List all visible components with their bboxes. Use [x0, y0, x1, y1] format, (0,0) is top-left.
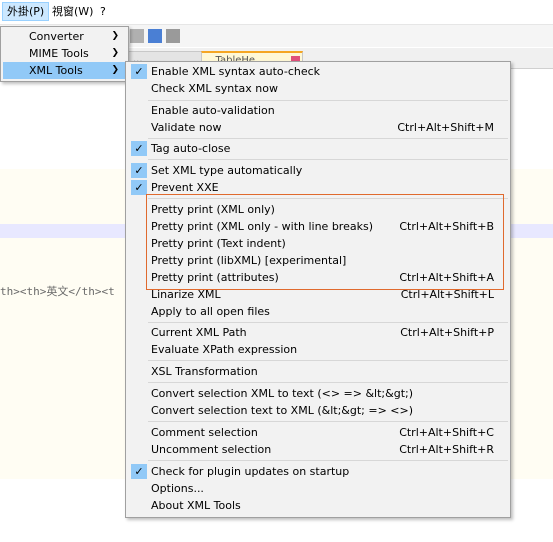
- toolbar-play-icon[interactable]: [148, 29, 162, 43]
- menu-item-label: MIME Tools: [29, 47, 89, 60]
- menu-separator: [148, 421, 508, 422]
- menu-item-label: Pretty print (libXML) [experimental]: [151, 254, 347, 267]
- menu-separator: [148, 198, 508, 199]
- menu-item-label: About XML Tools: [151, 499, 241, 512]
- menu-item-pretty-print-attributes[interactable]: Pretty print (attributes) Ctrl+Alt+Shift…: [126, 269, 510, 286]
- menu-item-enable-xml-syntax-auto-check[interactable]: ✓ Enable XML syntax auto-check: [126, 63, 510, 80]
- menu-item-about-xml-tools[interactable]: About XML Tools: [126, 497, 510, 514]
- menu-item-label: Validate now: [151, 121, 222, 134]
- check-icon: ✓: [131, 180, 147, 195]
- menu-item-shortcut: Ctrl+Alt+Shift+B: [399, 220, 494, 233]
- check-icon: ✓: [131, 141, 147, 156]
- menu-window[interactable]: 視窗(W): [48, 3, 97, 20]
- chevron-right-icon: ❯: [111, 48, 119, 58]
- chevron-right-icon: ❯: [111, 65, 119, 75]
- menu-item-check-xml-syntax-now[interactable]: Check XML syntax now: [126, 80, 510, 97]
- menu-item-prevent-xxe[interactable]: ✓ Prevent XXE: [126, 179, 510, 196]
- menu-item-apply-to-all-open-files[interactable]: Apply to all open files: [126, 303, 510, 320]
- menu-separator: [148, 460, 508, 461]
- code-line: th><th>英文</th><t: [0, 285, 115, 298]
- menu-item-convert-xml-to-text[interactable]: Convert selection XML to text (<> => &lt…: [126, 385, 510, 402]
- menu-item-linarize-xml[interactable]: Linarize XML Ctrl+Alt+Shift+L: [126, 286, 510, 303]
- menu-item-label: Linarize XML: [151, 288, 221, 301]
- menu-item-xsl-transformation[interactable]: XSL Transformation: [126, 363, 510, 380]
- menu-item-label: Options...: [151, 482, 204, 495]
- menu-item-label: Current XML Path: [151, 326, 247, 339]
- menu-item-label: Check XML syntax now: [151, 82, 278, 95]
- menu-item-comment-selection[interactable]: Comment selection Ctrl+Alt+Shift+C: [126, 424, 510, 441]
- menu-item-xml-tools[interactable]: XML Tools ❯: [3, 62, 125, 79]
- check-icon: ✓: [131, 464, 147, 479]
- menu-plugins[interactable]: 外掛(P): [2, 2, 50, 21]
- toolbar-save-macro-icon[interactable]: [166, 29, 180, 43]
- menu-item-set-xml-type-automatically[interactable]: ✓ Set XML type automatically: [126, 162, 510, 179]
- menu-item-label: Convert selection text to XML (&lt;&gt; …: [151, 404, 414, 417]
- menu-item-shortcut: Ctrl+Alt+Shift+C: [399, 426, 494, 439]
- menu-item-shortcut: Ctrl+Alt+Shift+L: [400, 288, 494, 301]
- menu-item-pretty-print-libxml[interactable]: Pretty print (libXML) [experimental]: [126, 252, 510, 269]
- menu-item-uncomment-selection[interactable]: Uncomment selection Ctrl+Alt+Shift+R: [126, 441, 510, 458]
- menu-item-evaluate-xpath[interactable]: Evaluate XPath expression: [126, 341, 510, 358]
- menu-item-pretty-print-text-indent[interactable]: Pretty print (Text indent): [126, 235, 510, 252]
- menu-separator: [148, 360, 508, 361]
- menu-item-label: Apply to all open files: [151, 305, 270, 318]
- menu-item-label: Converter: [29, 30, 84, 43]
- menu-help[interactable]: ?: [96, 3, 110, 20]
- menu-item-label: Pretty print (attributes): [151, 271, 279, 284]
- menu-bar: 外掛(P) 視窗(W) ?: [0, 0, 553, 25]
- menu-item-validate-now[interactable]: Validate now Ctrl+Alt+Shift+M: [126, 119, 510, 136]
- xml-tools-menu: ✓ Enable XML syntax auto-check Check XML…: [125, 61, 511, 518]
- menu-item-label: Prevent XXE: [151, 181, 219, 194]
- menu-item-label: XML Tools: [29, 64, 83, 77]
- menu-item-label: Evaluate XPath expression: [151, 343, 298, 356]
- menu-item-label: Uncomment selection: [151, 443, 272, 456]
- menu-separator: [148, 382, 508, 383]
- check-icon: ✓: [131, 163, 147, 178]
- menu-item-check-plugin-updates[interactable]: ✓ Check for plugin updates on startup: [126, 463, 510, 480]
- plugins-menu: Converter ❯ MIME Tools ❯ XML Tools ❯: [0, 26, 129, 82]
- menu-item-label: XSL Transformation: [151, 365, 258, 378]
- menu-separator: [148, 322, 508, 323]
- menu-separator: [148, 138, 508, 139]
- menu-item-enable-auto-validation[interactable]: Enable auto-validation: [126, 102, 510, 119]
- menu-item-tag-auto-close[interactable]: ✓ Tag auto-close: [126, 140, 510, 157]
- menu-item-label: Set XML type automatically: [151, 164, 303, 177]
- menu-item-label: Tag auto-close: [151, 142, 231, 155]
- menu-item-convert-text-to-xml[interactable]: Convert selection text to XML (&lt;&gt; …: [126, 402, 510, 419]
- menu-item-converter[interactable]: Converter ❯: [3, 28, 125, 45]
- menu-item-label: Enable XML syntax auto-check: [151, 65, 321, 78]
- menu-separator: [148, 100, 508, 101]
- menu-item-mime-tools[interactable]: MIME Tools ❯: [3, 45, 125, 62]
- menu-item-shortcut: Ctrl+Alt+Shift+M: [397, 121, 494, 134]
- menu-item-shortcut: Ctrl+Alt+Shift+R: [399, 443, 494, 456]
- menu-item-current-xml-path[interactable]: Current XML Path Ctrl+Alt+Shift+P: [126, 324, 510, 341]
- menu-item-shortcut: Ctrl+Alt+Shift+A: [399, 271, 494, 284]
- menu-item-label: Pretty print (XML only): [151, 203, 275, 216]
- menu-item-shortcut: Ctrl+Alt+Shift+P: [400, 326, 494, 339]
- menu-item-options[interactable]: Options...: [126, 480, 510, 497]
- menu-item-pretty-print-line-breaks[interactable]: Pretty print (XML only - with line break…: [126, 218, 510, 235]
- chevron-right-icon: ❯: [111, 31, 119, 41]
- menu-item-label: Pretty print (XML only - with line break…: [151, 220, 373, 233]
- toolbar-button-icon[interactable]: [130, 29, 144, 43]
- menu-item-label: Convert selection XML to text (<> => &lt…: [151, 387, 414, 400]
- menu-item-label: Enable auto-validation: [151, 104, 275, 117]
- menu-item-pretty-print-xml-only[interactable]: Pretty print (XML only): [126, 201, 510, 218]
- menu-item-label: Comment selection: [151, 426, 258, 439]
- menu-item-label: Pretty print (Text indent): [151, 237, 286, 250]
- menu-separator: [148, 159, 508, 160]
- check-icon: ✓: [131, 64, 147, 79]
- menu-item-label: Check for plugin updates on startup: [151, 465, 350, 478]
